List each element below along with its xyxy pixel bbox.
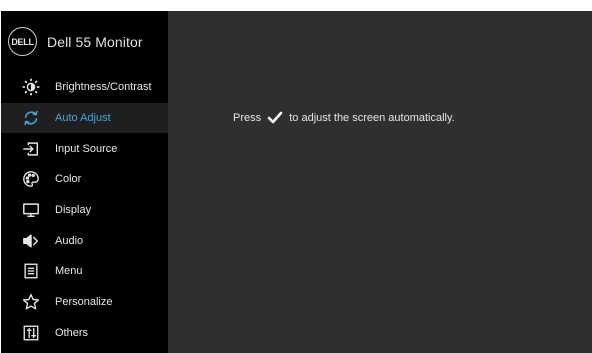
menu-item-auto-adjust[interactable]: Auto Adjust (1, 102, 168, 134)
menu-item-brightness-contrast[interactable]: Brightness/Contrast (1, 72, 168, 103)
star-icon (21, 292, 41, 312)
menu-item-color[interactable]: Color (1, 164, 168, 195)
osd-header: DELL Dell 55 Monitor (1, 11, 168, 72)
display-icon (21, 200, 41, 220)
menu-item-label: Auto Adjust (55, 112, 111, 125)
menu-item-label: Audio (55, 234, 84, 247)
menu-item-audio[interactable]: Audio (1, 225, 168, 256)
brightness-icon (21, 77, 41, 97)
message-prefix: Press (233, 111, 265, 124)
auto-adjust-icon (21, 108, 41, 128)
others-icon (21, 323, 41, 343)
menu-item-label: Others (55, 326, 89, 339)
menu-item-label: Brightness/Contrast (55, 81, 152, 94)
menu-item-label: Color (55, 173, 82, 186)
menu-item-label: Display (55, 204, 92, 217)
osd-menu: Brightness/Contrast Auto Adjust Input So… (1, 72, 168, 348)
content-panel: Press to adjust the screen automatically… (168, 11, 592, 353)
message-suffix: to adjust the screen automatically. (286, 111, 455, 124)
monitor-title: Dell 55 Monitor (47, 33, 143, 50)
menu-item-display[interactable]: Display (1, 195, 168, 226)
menu-item-label: Input Source (55, 142, 118, 155)
color-palette-icon (21, 169, 41, 189)
speaker-icon (21, 231, 41, 251)
menu-item-input-source[interactable]: Input Source (1, 133, 168, 164)
menu-item-personalize[interactable]: Personalize (1, 287, 168, 318)
menu-item-menu[interactable]: Menu (1, 256, 168, 287)
input-source-icon (21, 139, 41, 159)
menu-item-label: Personalize (55, 296, 113, 309)
menu-item-others[interactable]: Others (1, 318, 168, 349)
sidebar: DELL Dell 55 Monitor Brightness/Contrast… (1, 11, 168, 353)
menu-icon (21, 261, 41, 281)
menu-item-label: Menu (55, 265, 83, 278)
dell-logo: DELL (8, 27, 37, 56)
auto-adjust-message: Press to adjust the screen automatically… (233, 111, 455, 124)
checkmark-icon (267, 111, 283, 124)
monitor-osd: DELL Dell 55 Monitor Brightness/Contrast… (1, 11, 592, 353)
